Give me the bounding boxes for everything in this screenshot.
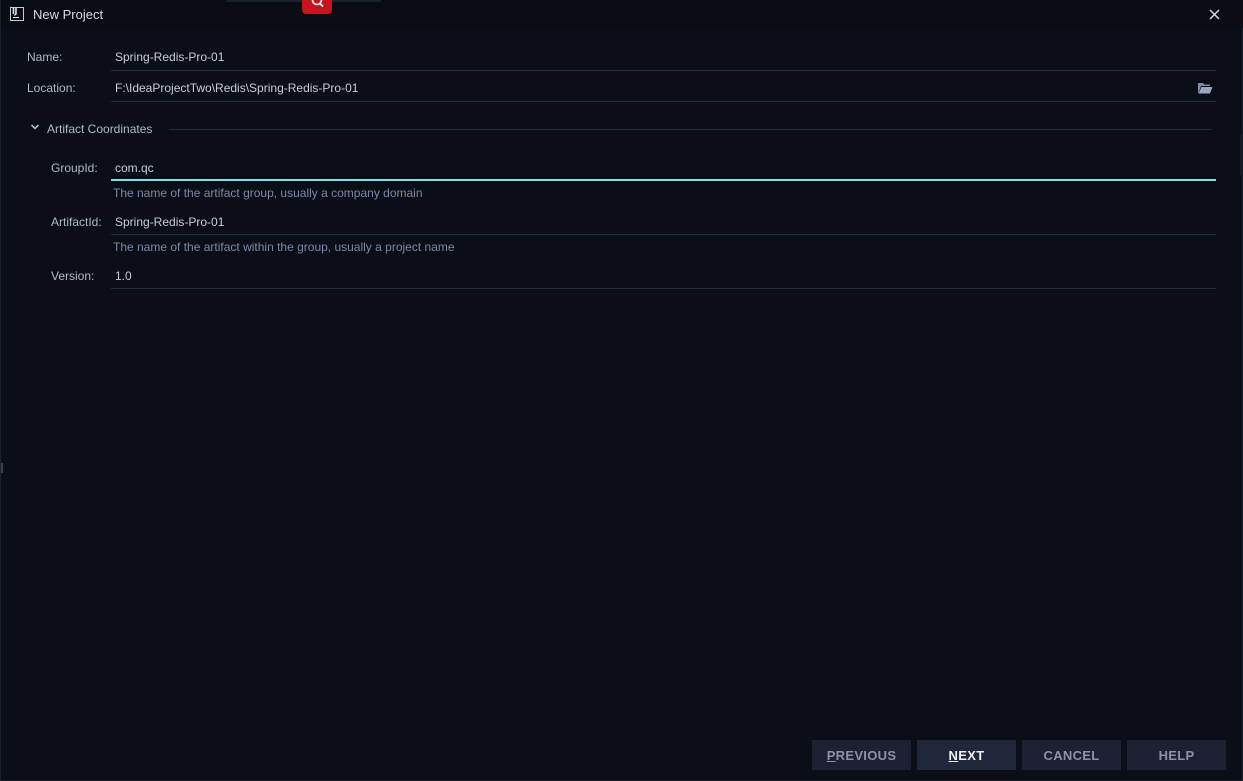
location-field[interactable]: F:\IdeaProjectTwo\Redis\Spring-Redis-Pro…	[111, 72, 1216, 102]
help-label: HELP	[1158, 747, 1195, 763]
previous-label-rest: REVIOUS	[835, 747, 897, 763]
artifactid-value: Spring-Redis-Pro-01	[115, 215, 225, 229]
previous-mnemonic: P	[826, 747, 836, 763]
groupid-hint: The name of the artifact group, usually …	[113, 186, 423, 200]
previous-button[interactable]: P REVIOUS	[812, 740, 911, 770]
folder-open-icon[interactable]	[1197, 81, 1213, 95]
groupid-label: GroupId:	[51, 161, 98, 175]
next-mnemonic: N	[948, 747, 959, 763]
search-badge[interactable]	[302, 0, 332, 14]
groupid-value: com.qc	[115, 161, 154, 175]
intellij-icon: IJ	[10, 7, 24, 21]
next-label-rest: EXT	[958, 747, 985, 763]
next-button[interactable]: N EXT	[917, 740, 1016, 770]
location-label: Location:	[27, 81, 76, 95]
cancel-label: CANCEL	[1043, 747, 1100, 763]
edge-marker	[1, 463, 3, 473]
name-label: Name:	[27, 50, 63, 64]
artifactid-field[interactable]: Spring-Redis-Pro-01	[111, 205, 1216, 235]
window-title: New Project	[33, 7, 104, 22]
artifact-coordinates-label: Artifact Coordinates	[47, 122, 153, 136]
location-value: F:\IdeaProjectTwo\Redis\Spring-Redis-Pro…	[115, 81, 359, 95]
cancel-button[interactable]: CANCEL	[1022, 740, 1121, 770]
help-button[interactable]: HELP	[1127, 740, 1226, 770]
new-project-dialog: IJ New Project Name: Spring-Redis-Pro-01…	[0, 0, 1243, 781]
name-field[interactable]: Spring-Redis-Pro-01	[111, 41, 1216, 71]
artifact-coordinates-section[interactable]: Artifact Coordinates	[27, 119, 1213, 139]
groupid-field[interactable]: com.qc	[111, 151, 1216, 181]
version-field[interactable]: 1.0	[111, 259, 1216, 289]
section-divider	[169, 129, 1212, 130]
version-value: 1.0	[115, 269, 132, 283]
chevron-down-icon	[30, 124, 40, 130]
version-label: Version:	[51, 269, 95, 283]
search-icon	[311, 0, 324, 8]
artifactid-hint: The name of the artifact within the grou…	[113, 240, 455, 254]
title-bar: IJ New Project	[1, 0, 1243, 28]
name-value: Spring-Redis-Pro-01	[115, 50, 225, 64]
close-icon	[1208, 8, 1220, 20]
artifactid-label: ArtifactId:	[51, 215, 102, 229]
close-button[interactable]	[1199, 4, 1229, 24]
